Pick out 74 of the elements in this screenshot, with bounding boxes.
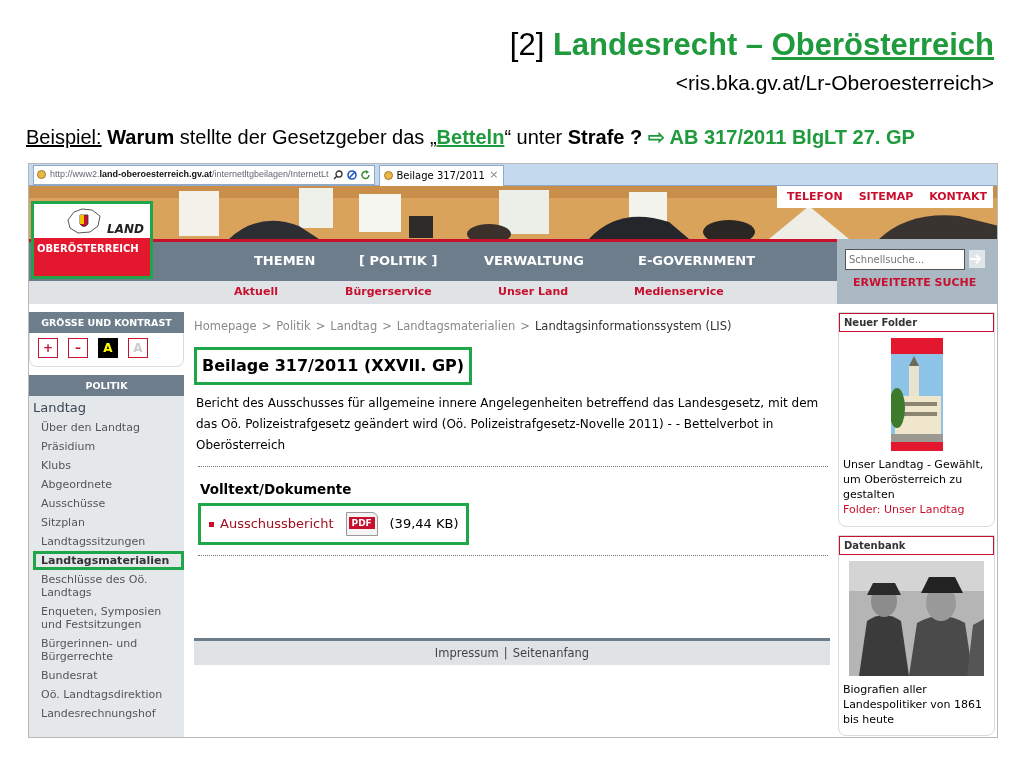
sidebar-item[interactable]: Bundesrat [33, 665, 184, 685]
bullet-icon [209, 521, 214, 527]
header-link[interactable]: SITEMAP [858, 188, 914, 206]
sidebar-item[interactable]: Landtagssitzungen [33, 531, 184, 551]
footer-link[interactable]: Impressum [434, 645, 499, 663]
sub-nav-link[interactable]: Unser Land [498, 283, 634, 301]
sidebar-item[interactable]: Sitzplan [33, 512, 184, 532]
header-link[interactable]: KONTAKT [929, 188, 987, 206]
sidebar-heading: Landtag [33, 399, 86, 418]
nav-link[interactable]: E-GOVERNMENT [638, 251, 798, 271]
browser-tab[interactable]: Beilage 317/2011 × [378, 164, 504, 186]
contrast-button[interactable]: + [38, 337, 58, 358]
nav-link[interactable]: VERWALTUNG [484, 251, 638, 271]
sidebar-item[interactable]: Über den Landtag [33, 417, 184, 437]
sidebar-item[interactable]: Beschlüsse des Oö. Landtags [33, 569, 184, 602]
page-icon [383, 171, 393, 181]
breadcrumb-separator: > [261, 317, 272, 335]
sidebar-item[interactable]: Klubs [33, 455, 184, 475]
search-icon [332, 169, 343, 180]
card-heading: Datenbank [839, 536, 994, 556]
breadcrumb-link[interactable]: Homepage [194, 317, 257, 335]
sidebar-item[interactable]: Oö. Landtagsdirektion [33, 684, 184, 704]
emblem-icon [64, 205, 104, 236]
sub-nav-link[interactable]: Aktuell [234, 283, 345, 301]
panel-heading: GRÖSSE UND KONTRAST [29, 311, 184, 333]
search-button[interactable] [969, 250, 985, 269]
card-link[interactable]: Folder: Unser Landtag [839, 501, 994, 519]
contrast-button[interactable]: A [98, 337, 118, 358]
sidebar-item[interactable]: Landesrechnungshof [33, 703, 184, 723]
card-text: Biografien aller Landespolitiker von 1861 bis heute [842, 682, 983, 728]
link[interactable]: Oberösterreich [771, 27, 994, 62]
close-button[interactable]: × [489, 167, 499, 184]
sidebar-item[interactable]: Ausschüsse [33, 493, 184, 513]
breadcrumb-separator: > [315, 317, 326, 335]
sidebar-item[interactable]: Enqueten, Symposien und Festsitzungen [33, 601, 184, 634]
contrast-button[interactable]: – [68, 337, 88, 358]
card-heading: Neuer Folder [839, 312, 994, 332]
sidebar-item[interactable]: Bürgerinnen- und Bürgerrechte [33, 633, 184, 666]
breadcrumb-separator: > [382, 317, 392, 335]
header-link[interactable]: TELEFON [787, 188, 843, 206]
sub-nav-link[interactable]: Bürgerservice [345, 283, 498, 301]
arrow-icon [969, 253, 983, 266]
breadcrumb-link[interactable]: Politik [276, 317, 311, 335]
panel-heading: POLITIK [29, 374, 184, 397]
sub-nav-link[interactable]: Medienservice [634, 283, 774, 301]
document-link[interactable]: Ausschussbericht [220, 514, 334, 534]
footer-link[interactable]: Seitenanfang [512, 645, 590, 663]
breadcrumb-link[interactable]: Landtagsmaterialien [396, 317, 516, 335]
example-sentence: Beispiel: Warum stellte der Gesetzgeber das „Betteln“ unter Strafe ? ⇨ AB 317/2011 BlgLT 27. GP [26, 124, 916, 149]
logo-text: LAND [107, 220, 144, 238]
slide-title: [2] Landesrecht – Oberösterreich [508, 26, 995, 64]
sidebar-item[interactable]: Abgeordnete [33, 474, 184, 494]
refresh-icon [360, 169, 371, 180]
description-text: Bericht des Ausschusses für allgemeine innere Angelegenheiten betreffend das Landesgesetz, mit dem das Oö. Polizeistrafgesetz geändert wird (Oö. Polizeistrafgesetz-Novelle 2011) - - Bettelverbot in Oberösterreich [196, 394, 820, 454]
sidebar-item[interactable]: Landtagsmaterialien [33, 550, 184, 570]
footer-separator: | [503, 645, 508, 663]
file-size: (39,44 KB) [389, 515, 459, 534]
logo[interactable]: LAND OBERÖSTERREICH [31, 200, 153, 279]
sidebar-item[interactable]: Präsidium [33, 436, 184, 456]
breadcrumb-link[interactable]: Landtag [330, 317, 378, 335]
pdf-label: PDF [348, 517, 375, 530]
page-icon [37, 170, 46, 180]
nav-link[interactable]: [ POLITIK ] [359, 251, 484, 271]
stop-icon [346, 169, 357, 180]
section-heading: Volltext/Dokumente [200, 479, 353, 499]
logo-text: OBERÖSTERREICH [34, 237, 150, 276]
address-field[interactable]: http://www2.land-oberoesterreich.gv.at/internetltgbeilagen/InternetLt [33, 164, 375, 185]
card-text: Unser Landtag - Gewählt, um Oberösterreich zu gestalten [842, 456, 985, 502]
page-heading: Beilage 317/2011 (XXVII. GP) [194, 346, 473, 385]
breadcrumb-separator: > [520, 317, 530, 335]
breadcrumb-current: Landtagsinformationssystem (LIS) [534, 317, 732, 335]
nav-link[interactable]: THEMEN [254, 251, 359, 271]
search-field[interactable]: Schnellsuche... [845, 248, 965, 270]
source-text: <ris.bka.gv.at/Lr-Oberoesterreich> [674, 70, 995, 97]
